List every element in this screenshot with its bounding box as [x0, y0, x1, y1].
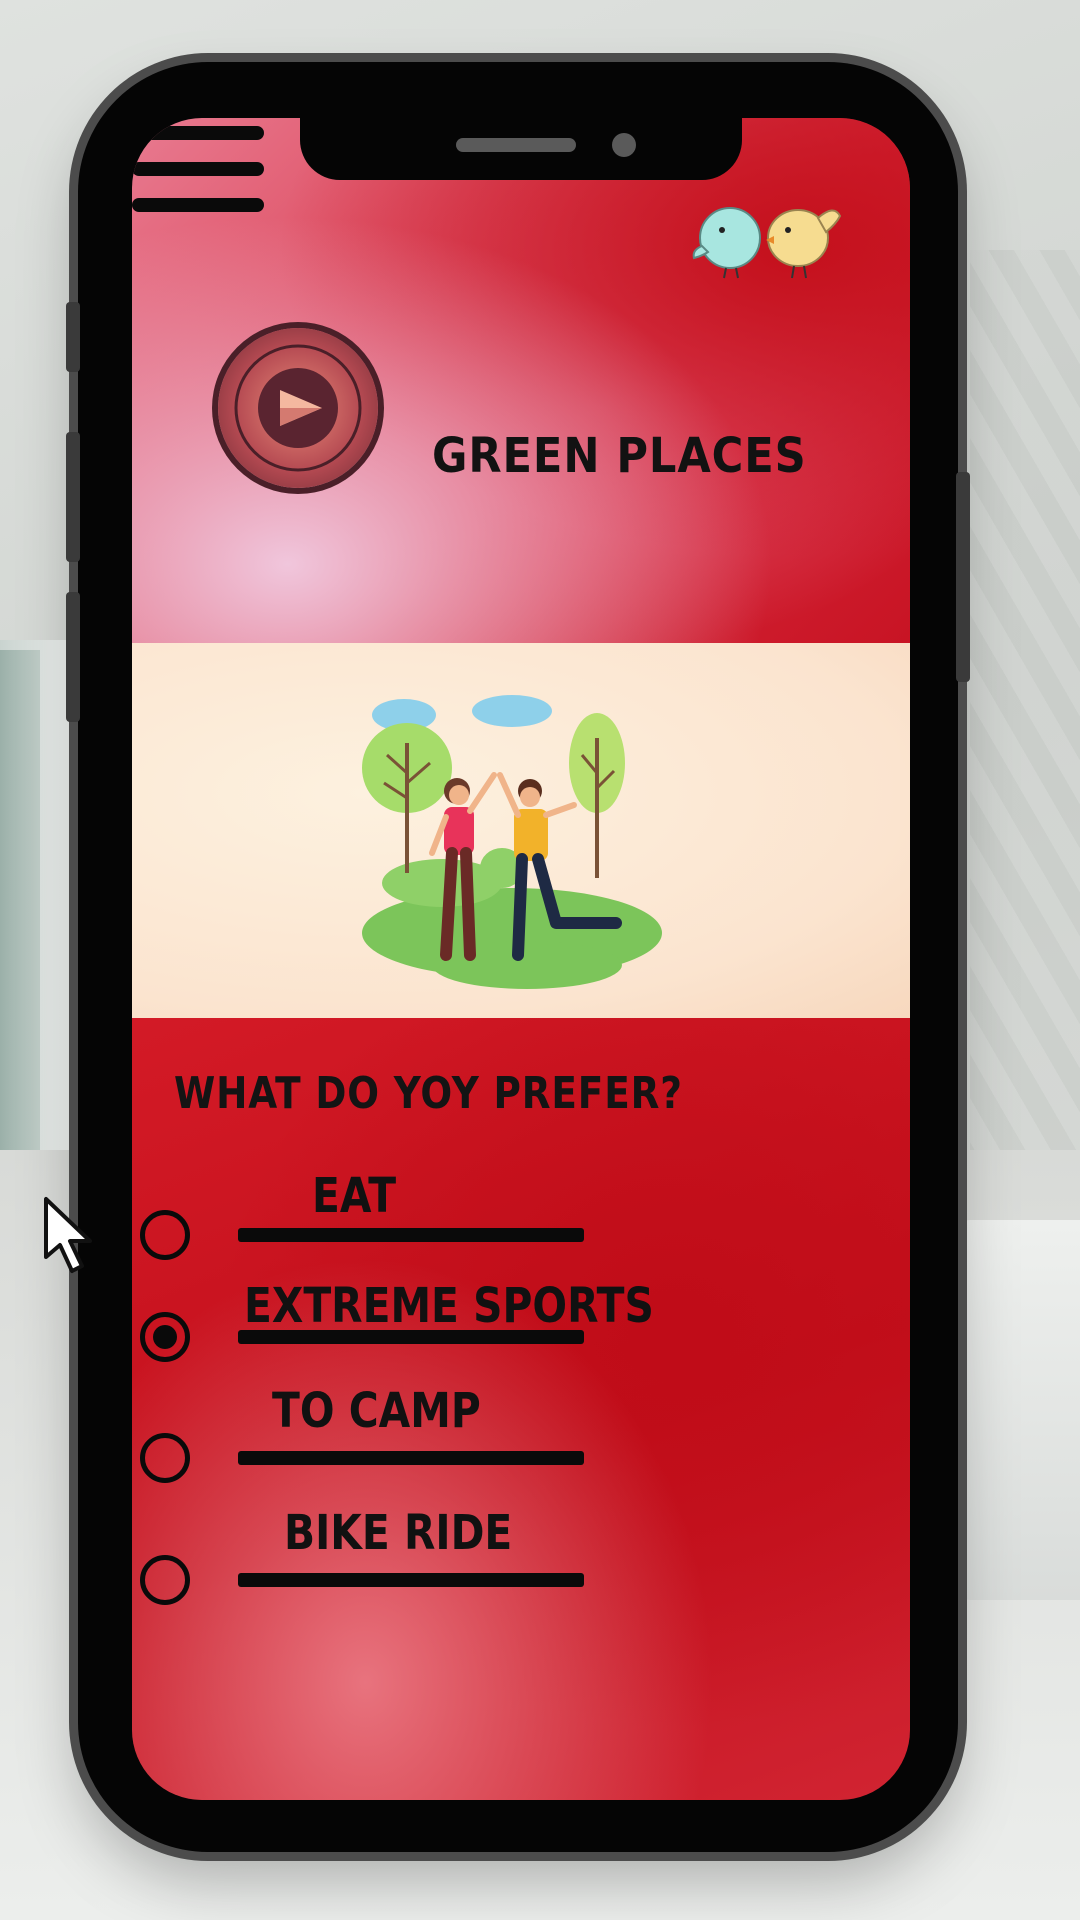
- power-button: [956, 472, 970, 682]
- page-title: GREEN PLACES: [432, 428, 807, 484]
- option-bike-ride[interactable]: BIKE RIDE: [132, 1503, 910, 1613]
- background-curtain: [0, 650, 40, 1170]
- radio-button[interactable]: [140, 1210, 190, 1260]
- option-eat[interactable]: EAT: [132, 1158, 910, 1268]
- header-section: GREEN PLACES: [132, 118, 910, 643]
- chick-birds-icon: [692, 207, 842, 279]
- couple-park-illustration: [362, 695, 662, 989]
- option-label: BIKE RIDE: [284, 1505, 513, 1561]
- date-venture-logo: [218, 328, 378, 488]
- quiz-question: WHAT DO YOY PREFER?: [174, 1068, 683, 1119]
- background-wall: [970, 250, 1080, 1230]
- radio-button[interactable]: [140, 1433, 190, 1483]
- option-label: EAT: [312, 1168, 397, 1224]
- volume-up-button: [66, 432, 80, 562]
- mouse-pointer-icon: [44, 1197, 92, 1273]
- front-camera: [612, 133, 636, 157]
- phone-screen: GREEN PLACES WHAT DO YOY PREFER? EAT EXT…: [132, 118, 910, 1800]
- option-underline: [238, 1451, 584, 1465]
- speaker: [456, 138, 576, 152]
- illustration-section: [132, 643, 910, 1018]
- option-underline: [238, 1330, 584, 1344]
- mute-switch: [66, 302, 80, 372]
- radio-button[interactable]: [140, 1555, 190, 1605]
- option-extreme-sports[interactable]: EXTREME SPORTS: [132, 1278, 910, 1388]
- option-underline: [238, 1228, 584, 1242]
- hamburger-menu-icon[interactable]: [132, 126, 264, 218]
- quiz-section: WHAT DO YOY PREFER? EAT EXTREME SPORTS T…: [132, 1018, 910, 1800]
- logo-emblem-icon: [234, 344, 362, 472]
- background-sofa: [950, 1220, 1080, 1600]
- radio-button-selected[interactable]: [140, 1312, 190, 1362]
- option-label: EXTREME SPORTS: [244, 1278, 654, 1334]
- phone-frame: GREEN PLACES WHAT DO YOY PREFER? EAT EXT…: [66, 62, 970, 1852]
- option-underline: [238, 1573, 584, 1587]
- volume-down-button: [66, 592, 80, 722]
- notch: [300, 118, 742, 180]
- option-to-camp[interactable]: TO CAMP: [132, 1383, 910, 1493]
- option-label: TO CAMP: [272, 1383, 481, 1439]
